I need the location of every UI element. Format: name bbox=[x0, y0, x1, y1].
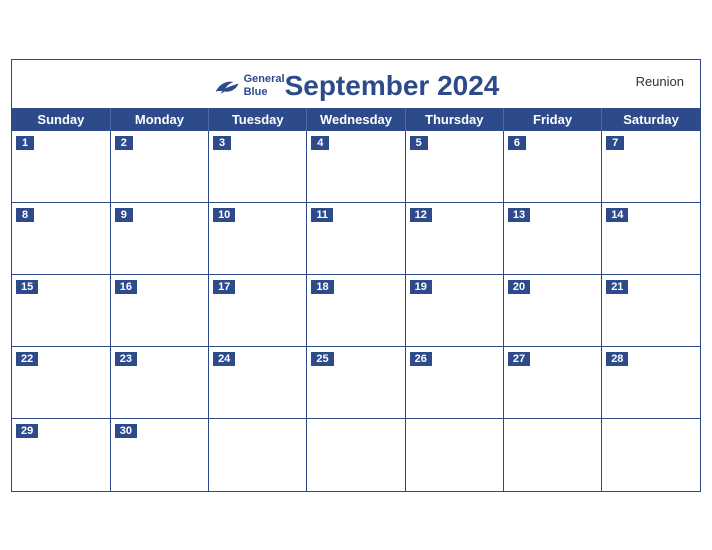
logo-bird-icon bbox=[213, 77, 241, 95]
week-row-3: 15 16 17 18 19 20 21 bbox=[12, 275, 700, 347]
date-num-23: 23 bbox=[115, 352, 137, 366]
date-num-9: 9 bbox=[115, 208, 133, 222]
date-num-8: 8 bbox=[16, 208, 34, 222]
week-row-5: 29 30 bbox=[12, 419, 700, 491]
day-cell-0-5: 6 bbox=[503, 131, 601, 203]
days-of-week-row: Sunday Monday Tuesday Wednesday Thursday… bbox=[12, 108, 700, 131]
week-row-4: 22 23 24 25 26 27 28 bbox=[12, 347, 700, 419]
date-num-30: 30 bbox=[115, 424, 137, 438]
day-cell-0-3: 4 bbox=[307, 131, 405, 203]
date-num-12: 12 bbox=[410, 208, 432, 222]
day-cell-0-1: 2 bbox=[110, 131, 208, 203]
thursday-header: Thursday bbox=[405, 108, 503, 131]
date-num-14: 14 bbox=[606, 208, 628, 222]
day-cell-2-3: 18 bbox=[307, 275, 405, 347]
date-num-29: 29 bbox=[16, 424, 38, 438]
calendar-body: 1234567891011121314151617181920212223242… bbox=[12, 131, 700, 491]
date-num-4: 4 bbox=[311, 136, 329, 150]
date-num-25: 25 bbox=[311, 352, 333, 366]
day-cell-1-6: 14 bbox=[602, 203, 700, 275]
monday-header: Monday bbox=[110, 108, 208, 131]
calendar-container: General Blue September 2024 Reunion Sund… bbox=[11, 59, 701, 492]
wednesday-header: Wednesday bbox=[307, 108, 405, 131]
date-num-22: 22 bbox=[16, 352, 38, 366]
date-num-18: 18 bbox=[311, 280, 333, 294]
day-cell-3-1: 23 bbox=[110, 347, 208, 419]
day-cell-4-6 bbox=[602, 419, 700, 491]
day-cell-0-6: 7 bbox=[602, 131, 700, 203]
date-num-1: 1 bbox=[16, 136, 34, 150]
date-num-27: 27 bbox=[508, 352, 530, 366]
week-row-2: 8 9 10 11 12 13 14 bbox=[12, 203, 700, 275]
friday-header: Friday bbox=[503, 108, 601, 131]
date-num-10: 10 bbox=[213, 208, 235, 222]
date-num-13: 13 bbox=[508, 208, 530, 222]
date-num-5: 5 bbox=[410, 136, 428, 150]
day-cell-1-3: 11 bbox=[307, 203, 405, 275]
day-cell-2-1: 16 bbox=[110, 275, 208, 347]
day-cell-4-4 bbox=[405, 419, 503, 491]
date-num-2: 2 bbox=[115, 136, 133, 150]
calendar-title: September 2024 bbox=[285, 70, 500, 102]
date-num-7: 7 bbox=[606, 136, 624, 150]
day-cell-1-1: 9 bbox=[110, 203, 208, 275]
date-num-26: 26 bbox=[410, 352, 432, 366]
day-cell-4-3 bbox=[307, 419, 405, 491]
day-cell-4-2 bbox=[209, 419, 307, 491]
day-cell-0-4: 5 bbox=[405, 131, 503, 203]
logo-blue: Blue bbox=[244, 86, 285, 98]
day-cell-1-5: 13 bbox=[503, 203, 601, 275]
day-cell-0-0: 1 bbox=[12, 131, 110, 203]
region-label: Reunion bbox=[636, 74, 684, 89]
date-num-6: 6 bbox=[508, 136, 526, 150]
day-cell-3-4: 26 bbox=[405, 347, 503, 419]
date-num-3: 3 bbox=[213, 136, 231, 150]
date-num-21: 21 bbox=[606, 280, 628, 294]
day-cell-3-0: 22 bbox=[12, 347, 110, 419]
calendar-header: General Blue September 2024 Reunion bbox=[12, 60, 700, 108]
date-num-11: 11 bbox=[311, 208, 333, 222]
day-cell-2-2: 17 bbox=[209, 275, 307, 347]
date-num-28: 28 bbox=[606, 352, 628, 366]
day-cell-4-1: 30 bbox=[110, 419, 208, 491]
day-cell-1-2: 10 bbox=[209, 203, 307, 275]
tuesday-header: Tuesday bbox=[209, 108, 307, 131]
logo-text: General Blue bbox=[244, 73, 285, 97]
day-cell-4-5 bbox=[503, 419, 601, 491]
calendar-table: Sunday Monday Tuesday Wednesday Thursday… bbox=[12, 108, 700, 491]
saturday-header: Saturday bbox=[602, 108, 700, 131]
day-cell-3-2: 24 bbox=[209, 347, 307, 419]
day-cell-3-6: 28 bbox=[602, 347, 700, 419]
date-num-20: 20 bbox=[508, 280, 530, 294]
day-cell-1-0: 8 bbox=[12, 203, 110, 275]
date-num-15: 15 bbox=[16, 280, 38, 294]
day-cell-2-5: 20 bbox=[503, 275, 601, 347]
day-cell-2-6: 21 bbox=[602, 275, 700, 347]
date-num-19: 19 bbox=[410, 280, 432, 294]
day-cell-2-0: 15 bbox=[12, 275, 110, 347]
sunday-header: Sunday bbox=[12, 108, 110, 131]
day-cell-2-4: 19 bbox=[405, 275, 503, 347]
day-cell-3-5: 27 bbox=[503, 347, 601, 419]
logo-general: General bbox=[244, 73, 285, 85]
day-cell-4-0: 29 bbox=[12, 419, 110, 491]
day-cell-0-2: 3 bbox=[209, 131, 307, 203]
date-num-24: 24 bbox=[213, 352, 235, 366]
day-cell-1-4: 12 bbox=[405, 203, 503, 275]
logo: General Blue bbox=[213, 73, 285, 97]
week-row-1: 1 2 3 4 5 6 7 bbox=[12, 131, 700, 203]
date-num-16: 16 bbox=[115, 280, 137, 294]
date-num-17: 17 bbox=[213, 280, 235, 294]
day-cell-3-3: 25 bbox=[307, 347, 405, 419]
